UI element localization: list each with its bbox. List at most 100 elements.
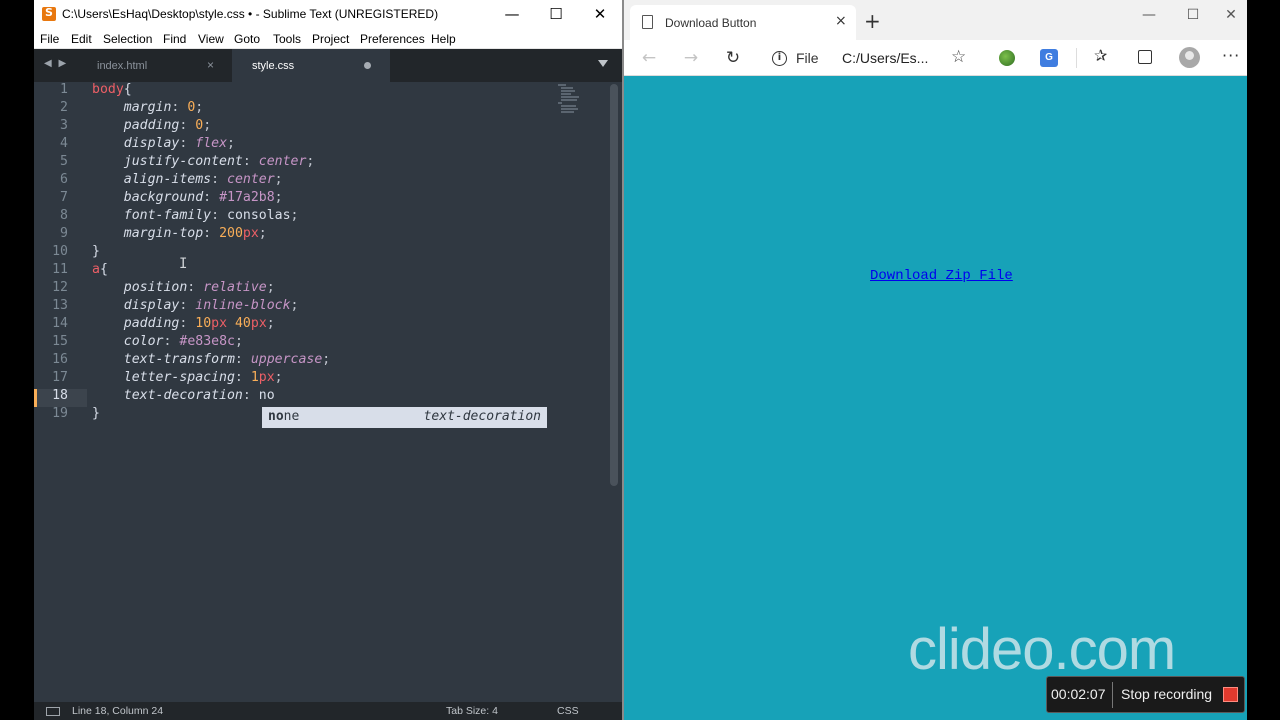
browser-toolbar: ← → ↻ i File C:/Users/Es... ☆ G ✰ ···	[624, 40, 1247, 76]
browser-window: Download Button × + — ☐ ✕ ← → ↻ i File C…	[624, 0, 1247, 720]
line-number: 18	[52, 388, 68, 403]
code-line: letter-spacing: 1px;	[123, 370, 283, 385]
line-number: 7	[60, 190, 68, 205]
collections-icon[interactable]	[1138, 50, 1152, 64]
tab-label: style.css	[252, 60, 295, 72]
tab-nav-arrows-icon[interactable]: ◀ ▶	[44, 58, 68, 69]
minimap[interactable]	[556, 82, 586, 118]
minimize-icon[interactable]: —	[1127, 0, 1171, 32]
menu-help[interactable]: Help	[431, 32, 456, 46]
code-line: body{	[92, 82, 132, 97]
recording-timer: 00:02:07	[1051, 686, 1106, 702]
browser-tab[interactable]: Download Button ×	[630, 5, 856, 40]
translate-extension-icon[interactable]: G	[1040, 49, 1058, 67]
stop-square-icon[interactable]	[1223, 687, 1238, 702]
line-number: 5	[60, 154, 68, 169]
code-line: position: relative;	[123, 280, 275, 295]
forward-icon[interactable]: →	[678, 46, 704, 70]
menu-edit[interactable]: Edit	[71, 32, 92, 46]
browser-tab-title: Download Button	[665, 16, 757, 30]
tab-label: index.html	[97, 60, 148, 72]
profile-avatar-icon[interactable]	[1179, 47, 1200, 68]
code-line: a{	[92, 262, 108, 277]
menu-selection[interactable]: Selection	[103, 32, 152, 46]
address-scheme-label: File	[796, 50, 819, 66]
back-icon[interactable]: ←	[636, 46, 662, 70]
line-number: 15	[52, 334, 68, 349]
sublime-titlebar: C:\Users\EsHaq\Desktop\style.css • - Sub…	[34, 0, 622, 29]
code-line: display: inline-block;	[123, 298, 299, 313]
code-line: font-family: consolas;	[123, 208, 299, 223]
line-number: 19	[52, 406, 68, 421]
code-line: background: #17a2b8;	[123, 190, 283, 205]
address-bar[interactable]: i File C:/Users/Es... ☆	[762, 43, 980, 73]
menu-preferences[interactable]: Preferences	[360, 32, 425, 46]
more-menu-icon[interactable]: ···	[1222, 46, 1240, 65]
minimize-icon[interactable]: —	[490, 0, 534, 29]
line-number: 10	[52, 244, 68, 259]
stop-recording-button[interactable]: Stop recording	[1121, 686, 1212, 702]
sublime-window-title: C:\Users\EsHaq\Desktop\style.css • - Sub…	[62, 7, 439, 21]
scrollbar-thumb[interactable]	[610, 84, 618, 486]
sublime-menubar: File Edit Selection Find View Goto Tools…	[34, 29, 622, 49]
page-icon	[642, 15, 653, 29]
info-icon[interactable]: i	[772, 51, 787, 66]
line-number: 6	[60, 172, 68, 187]
toolbar-separator	[1076, 48, 1077, 68]
line-number: 2	[60, 100, 68, 115]
code-line: justify-content: center;	[123, 154, 315, 169]
menu-tools[interactable]: Tools	[273, 32, 301, 46]
clideo-watermark: clideo.com	[908, 617, 1176, 682]
tab-index-html[interactable]: index.html ×	[82, 49, 227, 82]
line-number: 12	[52, 280, 68, 295]
code-line: }	[92, 244, 100, 259]
tab-style-css[interactable]: style.css	[232, 49, 390, 82]
line-number: 16	[52, 352, 68, 367]
favorites-icon[interactable]: ✰	[1094, 46, 1107, 65]
line-number: 1	[60, 82, 68, 97]
line-number: 9	[60, 226, 68, 241]
close-icon[interactable]: ✕	[578, 0, 622, 29]
unsaved-dot-icon[interactable]	[364, 62, 371, 69]
close-icon[interactable]: ✕	[1215, 0, 1247, 32]
sublime-window: C:\Users\EsHaq\Desktop\style.css • - Sub…	[34, 0, 622, 720]
recording-separator	[1112, 682, 1113, 708]
new-tab-icon[interactable]: +	[864, 9, 881, 33]
maximize-icon[interactable]: ☐	[1171, 0, 1215, 32]
menu-view[interactable]: View	[198, 32, 224, 46]
code-line: display: flex;	[123, 136, 235, 151]
code-line: padding: 0;	[123, 118, 212, 133]
url-text[interactable]: C:/Users/Es...	[842, 50, 928, 66]
menu-find[interactable]: Find	[163, 32, 186, 46]
line-number: 14	[52, 316, 68, 331]
code-line: align-items: center;	[123, 172, 283, 187]
code-line: margin: 0;	[123, 100, 204, 115]
extension-globe-icon[interactable]	[999, 50, 1015, 66]
recording-widget: 00:02:07 Stop recording	[1046, 676, 1245, 713]
menu-project[interactable]: Project	[312, 32, 349, 46]
code-line: text-transform: uppercase;	[123, 352, 331, 367]
text-cursor-icon: I	[179, 256, 188, 272]
code-line: }	[92, 406, 100, 421]
maximize-icon[interactable]: ☐	[534, 0, 578, 29]
line-number: 13	[52, 298, 68, 313]
menu-goto[interactable]: Goto	[234, 32, 260, 46]
download-zip-link[interactable]: Download Zip File	[870, 268, 1013, 284]
menu-file[interactable]: File	[40, 32, 59, 46]
tab-close-icon[interactable]: ×	[207, 58, 214, 72]
line-number: 11	[52, 262, 68, 277]
code-editor[interactable]: 1 2 3 4 5 6 7 8 9 10 11 12 13 14 15 16 1…	[34, 82, 622, 700]
autocomplete-popup[interactable]: none text-decoration	[262, 407, 547, 428]
syntax-indicator[interactable]: CSS	[557, 705, 579, 717]
sublime-logo-icon	[42, 6, 56, 21]
favorite-star-icon[interactable]: ☆	[951, 47, 966, 67]
autocomplete-hint: text-decoration	[423, 409, 541, 424]
code-line: margin-top: 200px;	[123, 226, 267, 241]
autocomplete-suggestion[interactable]: none	[268, 409, 299, 424]
tab-size-indicator[interactable]: Tab Size: 4	[446, 705, 498, 717]
code-line: text-decoration: no	[123, 388, 275, 403]
panel-toggle-icon[interactable]	[46, 707, 60, 716]
refresh-icon[interactable]: ↻	[720, 46, 746, 70]
tab-dropdown-icon[interactable]	[598, 60, 608, 67]
tab-close-icon[interactable]: ×	[835, 13, 847, 29]
